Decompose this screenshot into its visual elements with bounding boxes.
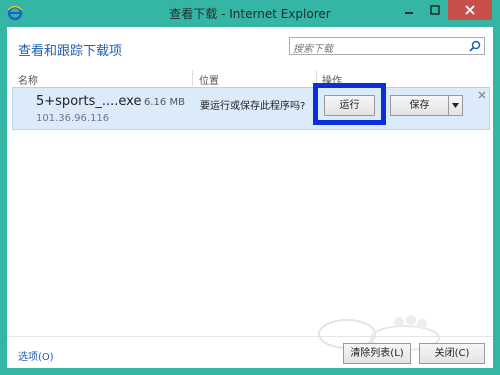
column-separator bbox=[192, 70, 193, 86]
title-bar: 查看下载 - Internet Explorer bbox=[0, 0, 500, 27]
minimize-icon bbox=[405, 12, 413, 14]
search-input[interactable]: 搜索下载 bbox=[289, 37, 485, 55]
chevron-down-icon bbox=[452, 103, 459, 108]
close-button[interactable]: 关闭(C) bbox=[419, 343, 485, 364]
column-location[interactable]: 位置 bbox=[199, 72, 219, 87]
column-headers: 名称 位置 操作 bbox=[7, 70, 493, 87]
column-name[interactable]: 名称 bbox=[18, 72, 38, 87]
close-icon bbox=[465, 5, 475, 15]
remove-download-icon[interactable] bbox=[477, 90, 487, 100]
options-link[interactable]: 选项(O) bbox=[18, 348, 54, 363]
download-manager-window: 查看下载 - Internet Explorer 查看和跟踪下载项 搜索下载 名… bbox=[0, 0, 500, 375]
search-icon[interactable] bbox=[469, 40, 481, 52]
maximize-icon bbox=[430, 5, 440, 15]
file-name: 5+sports_....exe bbox=[36, 94, 142, 109]
minimize-button[interactable] bbox=[396, 0, 422, 20]
run-or-save-prompt: 要运行或保存此程序吗? bbox=[200, 101, 306, 112]
clear-list-button[interactable]: 清除列表(L) bbox=[343, 343, 411, 364]
save-button[interactable]: 保存 bbox=[390, 95, 449, 116]
dialog-content: 查看和跟踪下载项 搜索下载 名称 位置 操作 5+sports_....exe … bbox=[7, 27, 493, 368]
file-size: 6.16 MB bbox=[144, 97, 185, 108]
maximize-button[interactable] bbox=[422, 0, 448, 20]
file-source: 101.36.96.116 bbox=[36, 113, 110, 124]
run-button[interactable]: 运行 bbox=[324, 95, 375, 116]
page-title: 查看和跟踪下载项 bbox=[18, 44, 123, 59]
window-close-button[interactable] bbox=[448, 0, 492, 20]
download-row[interactable]: 5+sports_....exe 6.16 MB 101.36.96.116 要… bbox=[12, 83, 490, 130]
save-options-dropdown[interactable] bbox=[449, 95, 463, 116]
search-placeholder: 搜索下载 bbox=[293, 44, 333, 55]
footer-divider bbox=[7, 336, 493, 337]
